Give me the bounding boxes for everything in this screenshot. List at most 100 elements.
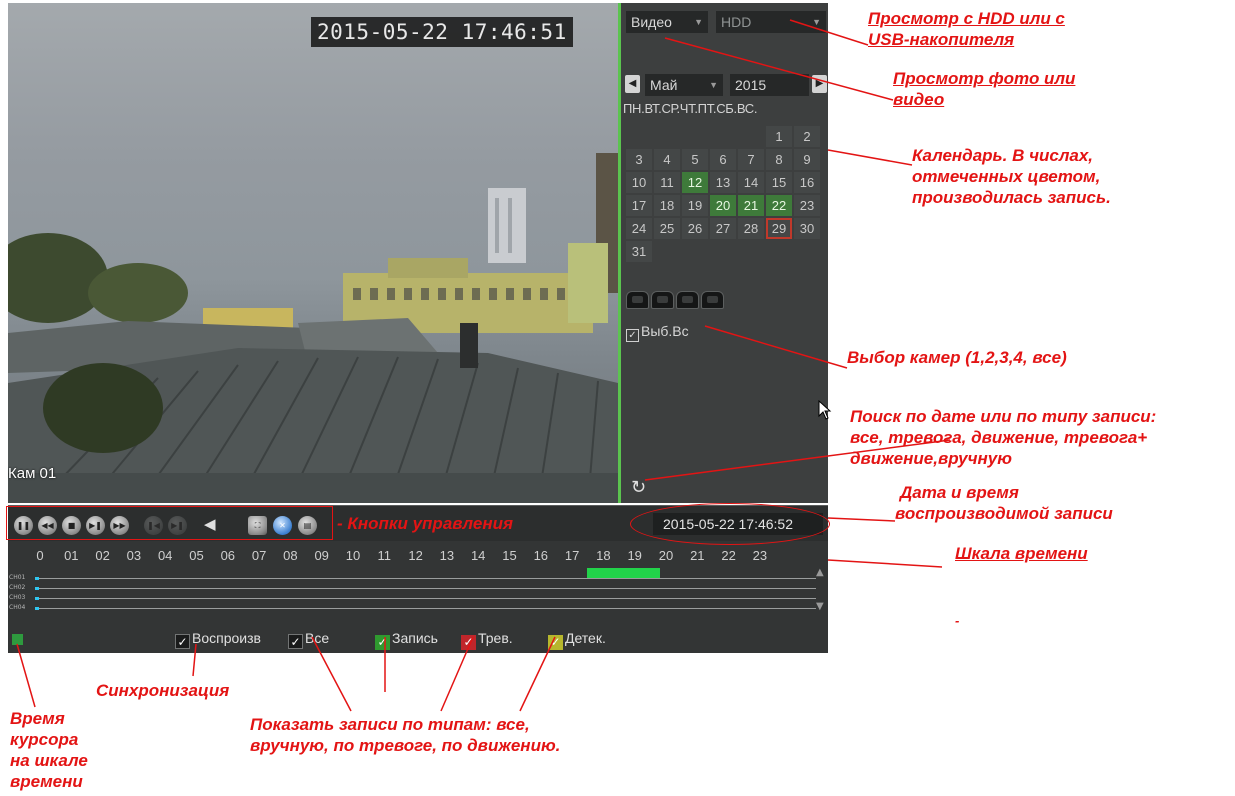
camera-2-button[interactable] <box>651 291 674 309</box>
channel-track[interactable] <box>36 588 816 589</box>
camera-4-button[interactable] <box>701 291 724 309</box>
all-records-checkbox[interactable]: ✓ Все <box>288 630 329 649</box>
channel-track[interactable] <box>36 578 816 579</box>
controls-highlight-frame <box>6 506 333 540</box>
calendar-day[interactable]: 3 <box>626 149 652 170</box>
calendar-day[interactable]: 19 <box>682 195 708 216</box>
calendar-empty-cell <box>738 126 764 147</box>
calendar-day[interactable]: 18 <box>654 195 680 216</box>
hour-label: 06 <box>220 548 236 563</box>
channel-track[interactable] <box>36 608 816 609</box>
track-cursor <box>35 607 39 610</box>
annotation-line: Календарь. В числах, <box>912 146 1094 165</box>
calendar-day[interactable]: 1 <box>766 126 792 147</box>
calendar-day[interactable]: 13 <box>710 172 736 193</box>
annotation-storage: Просмотр с HDD или с USB-накопителя <box>868 8 1065 50</box>
calendar-day[interactable]: 10 <box>626 172 652 193</box>
calendar-day[interactable]: 16 <box>794 172 820 193</box>
annotation-line: Просмотр фото или <box>893 69 1076 88</box>
hour-label: 10 <box>345 548 361 563</box>
calendar-day[interactable]: 26 <box>682 218 708 239</box>
calendar-day[interactable]: 12 <box>682 172 708 193</box>
channel-label: CH01 <box>9 574 26 581</box>
next-month-button[interactable]: ▶ <box>812 75 827 93</box>
video-view[interactable]: 2015-05-22 17:46:51 Кам 01 <box>8 3 618 503</box>
channel-track[interactable] <box>36 598 816 599</box>
annotation-record-types: Показать записи по типам: все, вручную, … <box>250 714 560 756</box>
annotation-datetime: Дата и время воспроизводимой записи <box>895 482 1113 524</box>
calendar-day[interactable]: 24 <box>626 218 652 239</box>
calendar-day[interactable]: 11 <box>654 172 680 193</box>
hour-label: 02 <box>95 548 110 563</box>
month-value: Май <box>650 77 678 93</box>
media-type-dropdown[interactable]: Видео ▼ <box>626 11 708 33</box>
calendar-day[interactable]: 29 <box>766 218 792 239</box>
calendar-day[interactable]: 25 <box>654 218 680 239</box>
calendar-day[interactable]: 5 <box>682 149 708 170</box>
calendar-day[interactable]: 17 <box>626 195 652 216</box>
calendar-day[interactable]: 7 <box>738 149 764 170</box>
calendar-day[interactable]: 27 <box>710 218 736 239</box>
annotation-line: USB-накопителя <box>868 30 1015 49</box>
calendar-day[interactable]: 6 <box>710 149 736 170</box>
scroll-down-icon[interactable]: ▼ <box>816 601 824 612</box>
calendar-empty-cell <box>710 126 736 147</box>
calendar-day[interactable]: 20 <box>710 195 736 216</box>
hour-label: 20 <box>658 548 674 563</box>
annotation-sync: Синхронизация <box>96 681 230 700</box>
calendar-day[interactable]: 14 <box>738 172 764 193</box>
select-all-label: Выб.Вс <box>641 323 689 339</box>
checkmark-icon: ✓ <box>548 635 563 650</box>
cursor-time-marker <box>12 634 23 645</box>
previous-month-button[interactable]: ◀ <box>625 75 640 93</box>
month-dropdown[interactable]: Май ▼ <box>645 74 723 96</box>
calendar-grid: 1 2 3 4 5 6 7 8 9 10 11 12 13 14 15 16 17 18 19 20 21 22 23 24 2… <box>625 125 825 263</box>
calendar-day[interactable]: 4 <box>654 149 680 170</box>
hour-label: 13 <box>439 548 455 563</box>
calendar-day[interactable]: 28 <box>738 218 764 239</box>
checkmark-icon: ✓ <box>175 634 190 649</box>
hour-label: 12 <box>408 548 423 563</box>
hour-label: 01 <box>64 548 79 563</box>
annotation-line: Дата и время <box>900 483 1019 502</box>
camera-1-button[interactable] <box>626 291 649 309</box>
sync-playback-checkbox[interactable]: ✓ Воспроизв <box>175 630 261 649</box>
calendar-day[interactable]: 2 <box>794 126 820 147</box>
track-cursor <box>35 577 39 580</box>
calendar-day[interactable]: 21 <box>738 195 764 216</box>
checkmark-icon: ✓ <box>375 635 390 650</box>
sync-label: Воспроизв <box>192 630 261 646</box>
annotation-line: вручную, по тревоге, по движению. <box>250 736 561 755</box>
manual-record-checkbox[interactable]: ✓ Запись <box>375 630 438 650</box>
chevron-down-icon: ▼ <box>709 80 718 90</box>
motion-label: Детек. <box>565 630 606 646</box>
calendar-day[interactable]: 8 <box>766 149 792 170</box>
hour-label: 18 <box>596 548 611 563</box>
select-all-checkbox[interactable]: ✓ Выб.Вс <box>626 323 689 342</box>
calendar-day[interactable]: 31 <box>626 241 652 262</box>
camera-selector <box>626 291 724 309</box>
search-refresh-icon[interactable]: ↻ <box>631 477 646 498</box>
hour-label: 03 <box>126 548 142 563</box>
calendar-day[interactable]: 9 <box>794 149 820 170</box>
annotation-line: Время <box>10 709 65 728</box>
annotation-calendar: Календарь. В числах, отмеченных цветом, … <box>912 145 1111 208</box>
channel-label: CH04 <box>9 604 26 611</box>
calendar-day[interactable]: 15 <box>766 172 792 193</box>
camera-3-button[interactable] <box>676 291 699 309</box>
calendar-day[interactable]: 30 <box>794 218 820 239</box>
calendar-day[interactable]: 23 <box>794 195 820 216</box>
alarm-record-checkbox[interactable]: ✓ Трев. <box>461 630 513 650</box>
year-field[interactable]: 2015 <box>730 74 809 96</box>
calendar-day[interactable]: 22 <box>766 195 792 216</box>
mouse-pointer-icon <box>818 400 832 420</box>
scroll-up-icon[interactable]: ▲ <box>816 567 824 578</box>
annotation-search: Поиск по дате или по типу записи: все, т… <box>850 406 1156 469</box>
hour-label: 21 <box>690 548 705 563</box>
motion-record-checkbox[interactable]: ✓ Детек. <box>548 630 606 650</box>
annotation-line: времени <box>10 772 83 791</box>
storage-source-dropdown[interactable]: HDD ▼ <box>716 11 826 33</box>
hour-label: 08 <box>283 548 298 563</box>
recording-segment[interactable] <box>587 568 660 578</box>
checkbox-checked-icon: ✓ <box>626 329 639 342</box>
